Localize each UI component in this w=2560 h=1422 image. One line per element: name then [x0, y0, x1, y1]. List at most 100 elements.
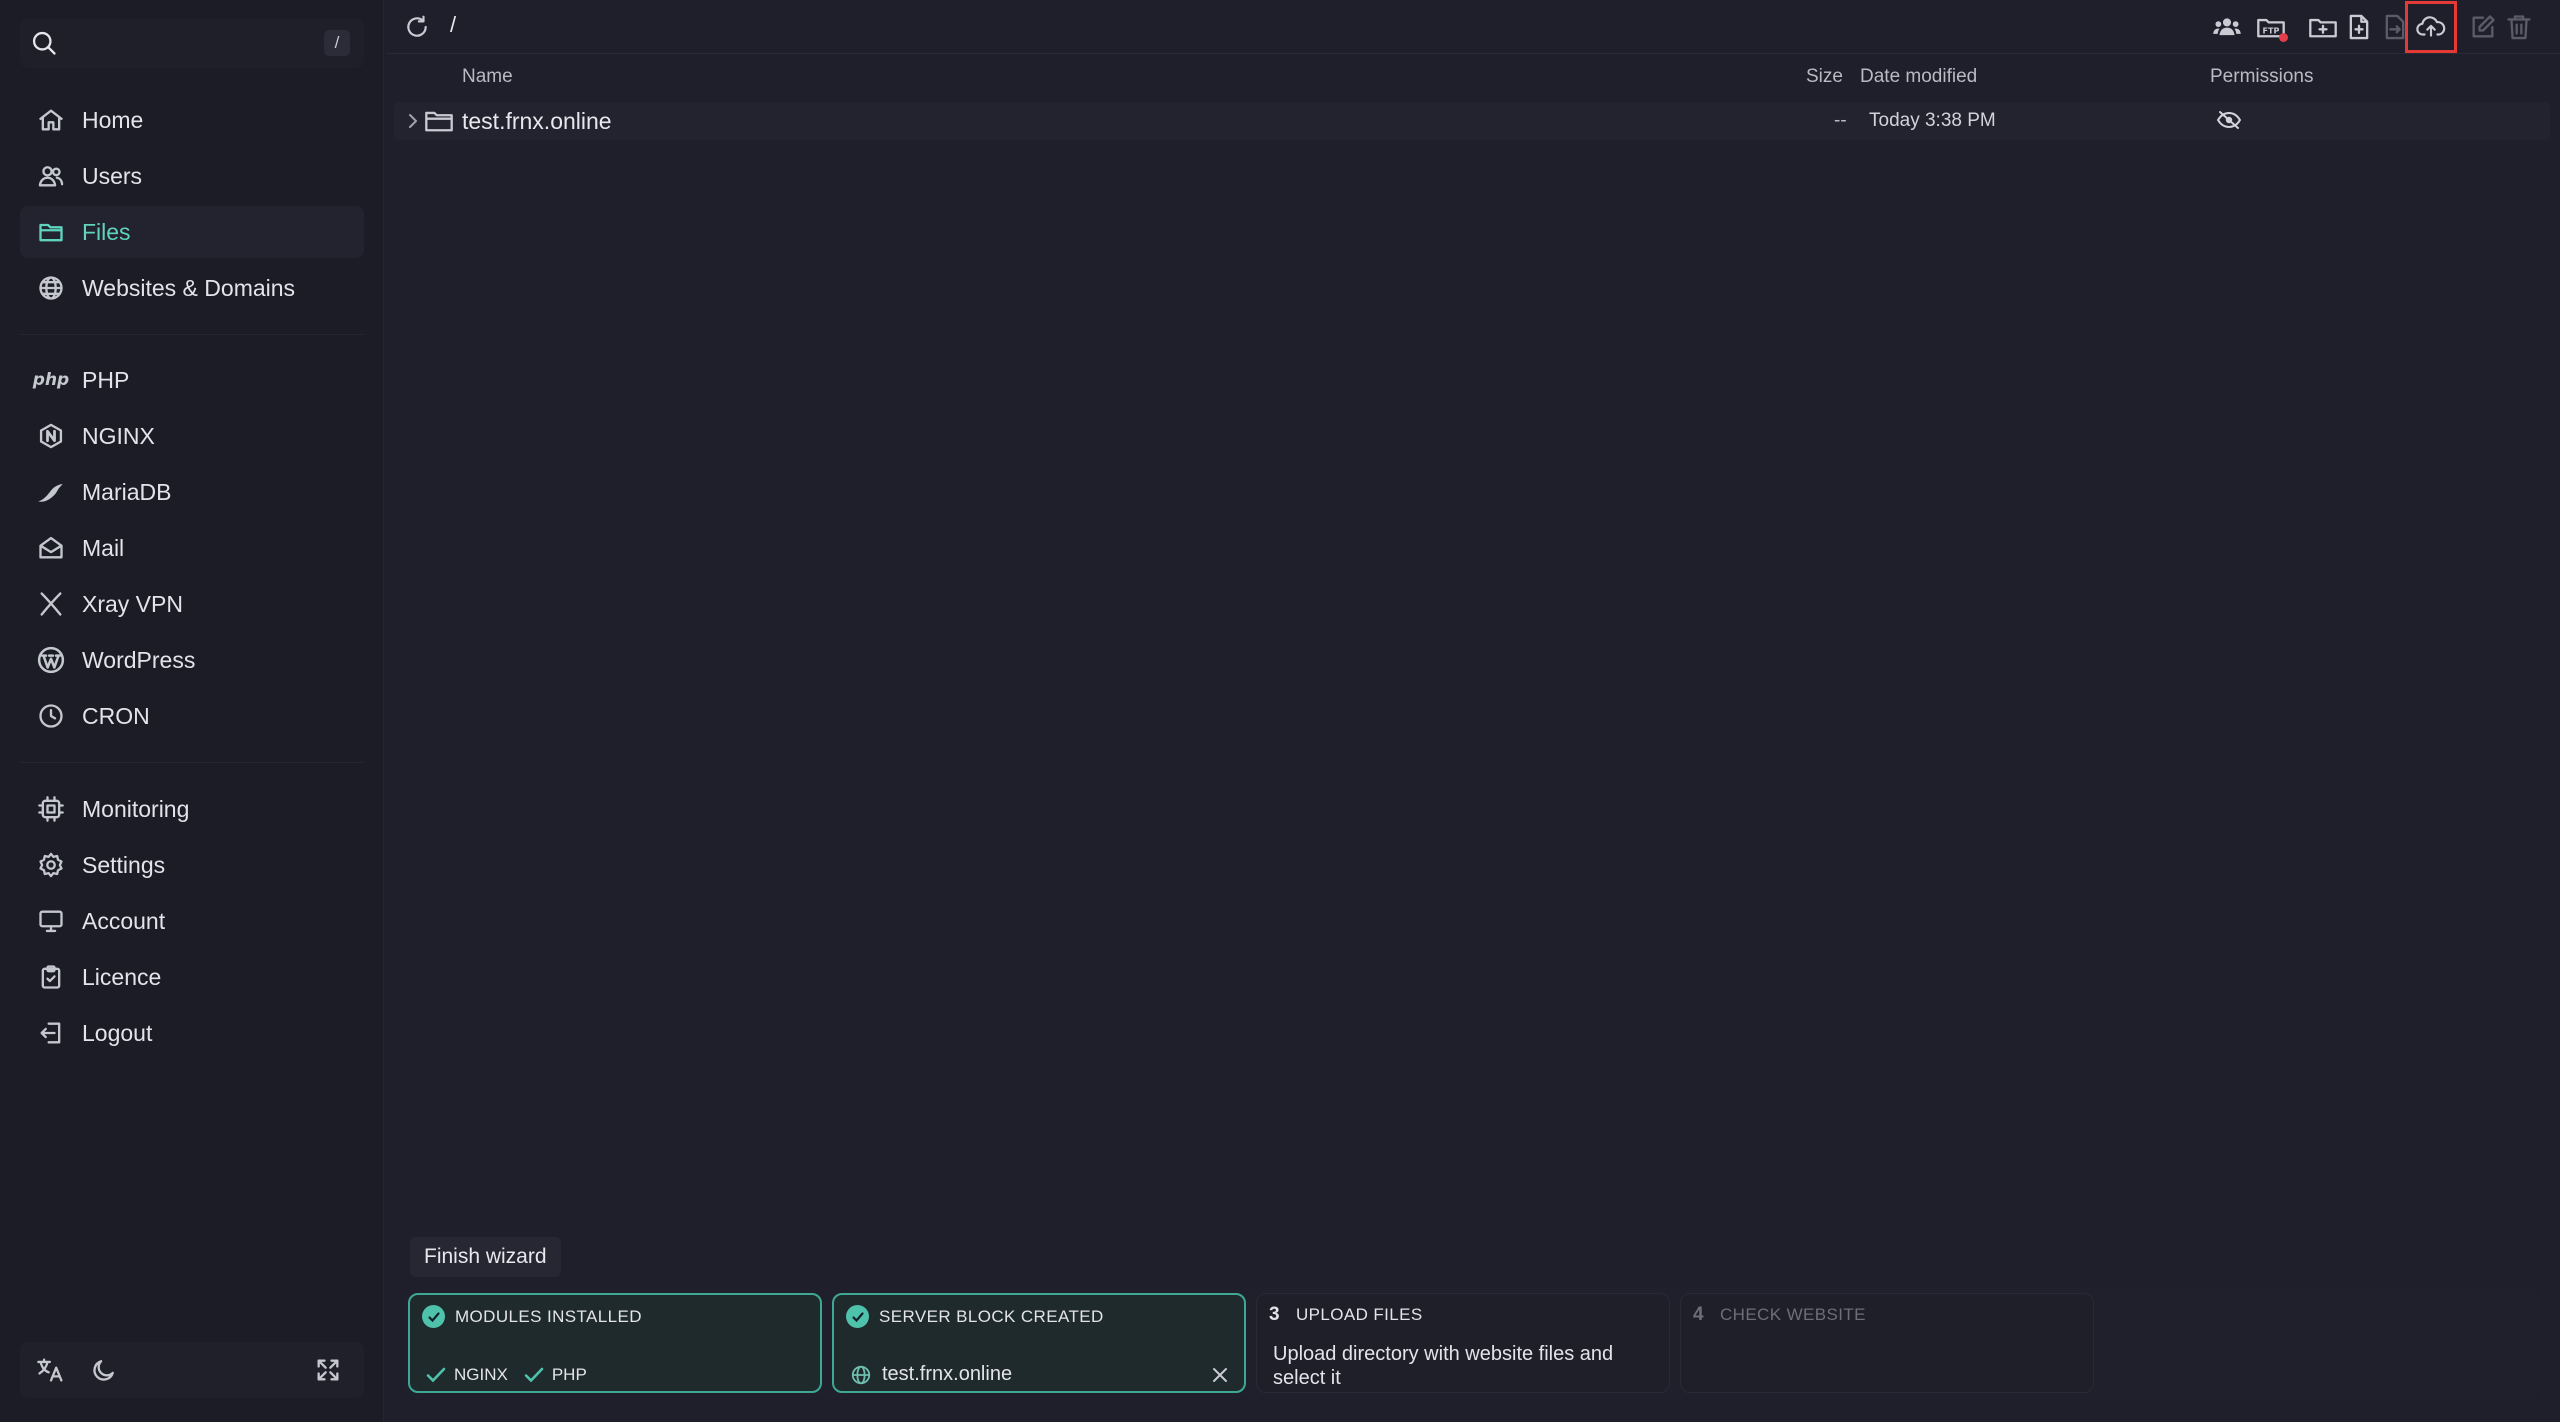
home-icon — [36, 105, 66, 135]
wizard-label: Finish wizard — [410, 1237, 561, 1277]
table-header: Name Size Date modified Permissions — [386, 62, 2560, 92]
eye-off-icon[interactable] — [2216, 108, 2242, 132]
sidebar-footer — [20, 1342, 364, 1398]
check-icon — [524, 1366, 544, 1384]
table-row[interactable]: test.frnx.online -- Today 3:38 PM — [394, 102, 2550, 140]
sidebar-item-label: Settings — [82, 851, 166, 878]
sidebar-item-php[interactable]: php PHP — [20, 354, 364, 406]
wizard-step-check-website[interactable]: 4 CHECK WEBSITE — [1680, 1293, 2094, 1393]
toolbar: / FTP — [386, 0, 2560, 54]
logout-icon — [36, 1018, 66, 1048]
sidebar-item-home[interactable]: Home — [20, 94, 364, 146]
step-title: UPLOAD FILES — [1295, 1305, 1423, 1324]
translate-icon[interactable] — [36, 1356, 66, 1384]
module-nginx: NGINX — [454, 1365, 508, 1384]
nginx-icon — [36, 421, 66, 451]
file-date: Today 3:38 PM — [1869, 110, 1996, 131]
setup-wizard: MODULES INSTALLED NGINX PHP SERVER BLOCK… — [406, 1287, 2538, 1399]
sidebar-item-label: Websites & Domains — [82, 274, 296, 301]
nav-primary: Home Users Files Websites & Domains — [20, 94, 364, 318]
moon-icon[interactable] — [90, 1356, 118, 1384]
server-block-domain: test.frnx.online — [882, 1363, 1013, 1385]
check-circle-icon — [422, 1305, 445, 1328]
column-permissions[interactable]: Permissions — [2210, 66, 2313, 88]
step-description: Upload directory with website files and … — [1273, 1343, 1614, 1389]
step-title: MODULES INSTALLED — [455, 1306, 642, 1326]
sidebar-item-licence[interactable]: Licence — [20, 951, 364, 1003]
upload-icon[interactable] — [2405, 1, 2457, 53]
xray-icon — [36, 589, 66, 619]
clock-icon — [36, 701, 66, 731]
new-folder-icon[interactable] — [2308, 12, 2338, 42]
sidebar-item-nginx[interactable]: NGINX — [20, 410, 364, 462]
sidebar-item-label: Users — [82, 162, 143, 189]
sidebar-item-mariadb[interactable]: MariaDB — [20, 466, 364, 518]
fullscreen-icon[interactable] — [314, 1356, 342, 1384]
wizard-step-server-block[interactable]: SERVER BLOCK CREATED test.frnx.online — [832, 1293, 1246, 1393]
nav-system: Monitoring Settings Account Licence Logo… — [20, 783, 364, 1063]
sidebar-item-label: PHP — [82, 366, 130, 393]
move-file-icon[interactable] — [2380, 12, 2410, 42]
sidebar-item-label: Account — [82, 907, 166, 934]
sidebar-item-xray-vpn[interactable]: Xray VPN — [20, 578, 364, 630]
sidebar-item-cron[interactable]: CRON — [20, 690, 364, 742]
sidebar-item-users[interactable]: Users — [20, 150, 364, 202]
sidebar-item-logout[interactable]: Logout — [20, 1007, 364, 1059]
column-date-modified[interactable]: Date modified — [1860, 66, 1977, 88]
step-title: CHECK WEBSITE — [1719, 1305, 1866, 1324]
search-box[interactable]: / — [20, 18, 364, 68]
edit-icon[interactable] — [2468, 12, 2498, 42]
php-icon: php — [32, 370, 70, 390]
refresh-icon[interactable] — [404, 14, 430, 40]
file-manager: / FTP Name Size Date modified Permission… — [386, 0, 2560, 1422]
wordpress-icon — [36, 645, 66, 675]
search-icon — [30, 29, 58, 57]
trash-icon[interactable] — [2504, 12, 2534, 42]
users-group-icon[interactable] — [2212, 12, 2242, 42]
monitor-icon — [36, 906, 66, 936]
modules-list: NGINX PHP — [426, 1365, 603, 1385]
sidebar-item-label: Licence — [82, 963, 162, 990]
nav-services: php PHP NGINX MariaDB Mail Xray VPN Word… — [20, 354, 364, 746]
column-name[interactable]: Name — [462, 66, 513, 88]
step-number: 4 — [1693, 1304, 1704, 1325]
column-size[interactable]: Size — [1806, 66, 1843, 88]
mariadb-icon — [36, 477, 66, 507]
sidebar-item-label: MariaDB — [82, 478, 172, 505]
check-icon — [426, 1366, 446, 1384]
step-number: 3 — [1269, 1304, 1280, 1325]
sidebar: / Home Users Files Websites & Domains ph… — [0, 0, 384, 1422]
close-icon[interactable] — [1210, 1365, 1230, 1385]
sidebar-item-mail[interactable]: Mail — [20, 522, 364, 574]
globe-icon — [850, 1364, 872, 1386]
sidebar-item-label: NGINX — [82, 422, 155, 449]
svg-text:FTP: FTP — [2263, 26, 2280, 35]
clipboard-icon — [36, 962, 66, 992]
sidebar-item-label: Logout — [82, 1019, 153, 1046]
ftp-folder-icon[interactable]: FTP — [2256, 12, 2288, 42]
cpu-icon — [36, 794, 66, 824]
sidebar-item-wordpress[interactable]: WordPress — [20, 634, 364, 686]
ftp-status-dot — [2279, 33, 2288, 42]
check-circle-icon — [846, 1305, 869, 1328]
sidebar-item-files[interactable]: Files — [20, 206, 364, 258]
sidebar-item-monitoring[interactable]: Monitoring — [20, 783, 364, 835]
file-size: -- — [1834, 110, 1847, 131]
sidebar-item-label: Home — [82, 106, 144, 133]
sidebar-item-websites-domains[interactable]: Websites & Domains — [20, 262, 364, 314]
wizard-step-modules[interactable]: MODULES INSTALLED NGINX PHP — [408, 1293, 822, 1393]
sidebar-item-settings[interactable]: Settings — [20, 839, 364, 891]
sidebar-item-label: CRON — [82, 702, 150, 729]
chevron-right-icon[interactable] — [406, 112, 420, 130]
current-path: / — [450, 12, 457, 37]
sidebar-item-account[interactable]: Account — [20, 895, 364, 947]
sidebar-item-label: Monitoring — [82, 795, 190, 822]
sidebar-item-label: Mail — [82, 534, 125, 561]
wizard-step-upload-files[interactable]: 3 UPLOAD FILES Upload directory with web… — [1256, 1293, 1670, 1393]
new-file-icon[interactable] — [2344, 12, 2374, 42]
sidebar-item-label: Files — [82, 218, 131, 245]
sidebar-divider — [20, 334, 364, 335]
globe-icon — [36, 273, 66, 303]
file-name[interactable]: test.frnx.online — [462, 108, 612, 135]
mail-icon — [36, 533, 66, 563]
